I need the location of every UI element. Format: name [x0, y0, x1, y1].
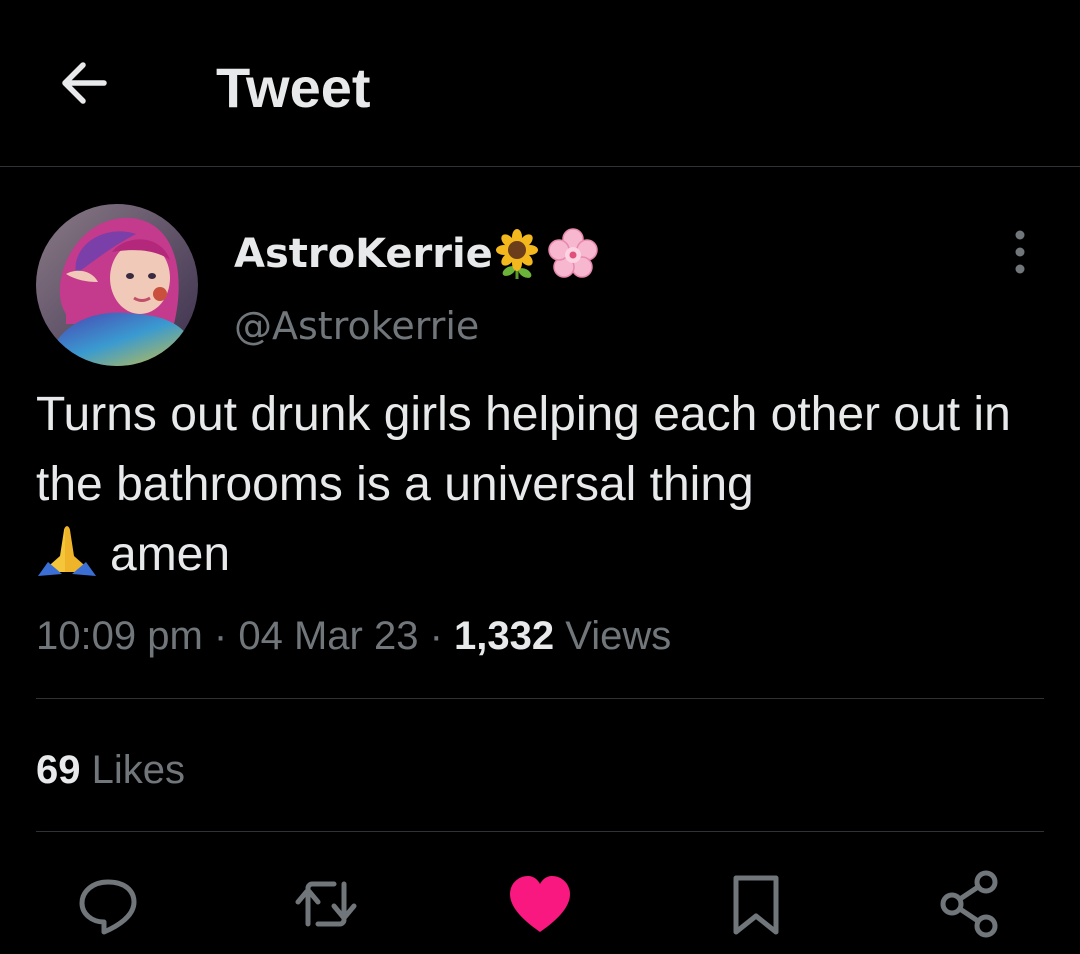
like-button[interactable] — [504, 868, 576, 940]
reply-button[interactable] — [72, 868, 144, 940]
share-button[interactable] — [934, 868, 1006, 940]
tweet-body: Turns out drunk girls helping each other… — [36, 388, 1011, 511]
tweet-tail: amen — [110, 528, 231, 581]
user-handle[interactable]: @Astrokerrie — [234, 300, 479, 352]
more-vertical-icon — [1015, 230, 1025, 274]
avatar[interactable] — [36, 204, 198, 366]
bookmark-button[interactable] — [720, 868, 792, 940]
top-bar: Tweet — [0, 0, 1080, 166]
heart-icon — [510, 876, 570, 932]
page-title: Tweet — [216, 56, 371, 119]
sunflower-icon — [496, 229, 538, 279]
cherry-blossom-icon — [548, 228, 598, 278]
likes-stat[interactable]: 69 Likes — [36, 742, 185, 798]
tweet-meta: 10:09 pm · 04 Mar 23 · 1,332 Views — [36, 608, 671, 664]
views-label: Views — [565, 614, 672, 658]
header-divider — [0, 166, 1080, 167]
reply-icon — [79, 879, 137, 935]
back-button[interactable] — [52, 50, 118, 116]
folded-hands-icon — [36, 522, 98, 578]
name-emojis — [490, 226, 600, 282]
display-name[interactable]: AstroKerrie — [234, 228, 493, 280]
stats-divider — [36, 831, 1044, 832]
arrow-left-icon — [62, 62, 107, 104]
share-icon — [940, 870, 998, 938]
likes-label: Likes — [91, 748, 186, 792]
bookmark-icon — [733, 875, 779, 935]
retweet-button[interactable] — [290, 868, 362, 940]
retweet-icon — [295, 881, 357, 927]
tweet-time[interactable]: 10:09 pm — [36, 614, 203, 658]
likes-count: 69 — [36, 748, 81, 792]
tweet-text: Turns out drunk girls helping each other… — [36, 380, 1046, 590]
more-options-button[interactable] — [996, 226, 1044, 280]
meta-separator: · — [213, 614, 228, 658]
views-count: 1,332 — [454, 614, 555, 658]
meta-divider — [36, 698, 1044, 699]
action-bar — [0, 868, 1080, 940]
avatar-image — [36, 204, 198, 366]
tweet-date[interactable]: 04 Mar 23 — [238, 614, 418, 658]
meta-separator: · — [429, 614, 443, 658]
